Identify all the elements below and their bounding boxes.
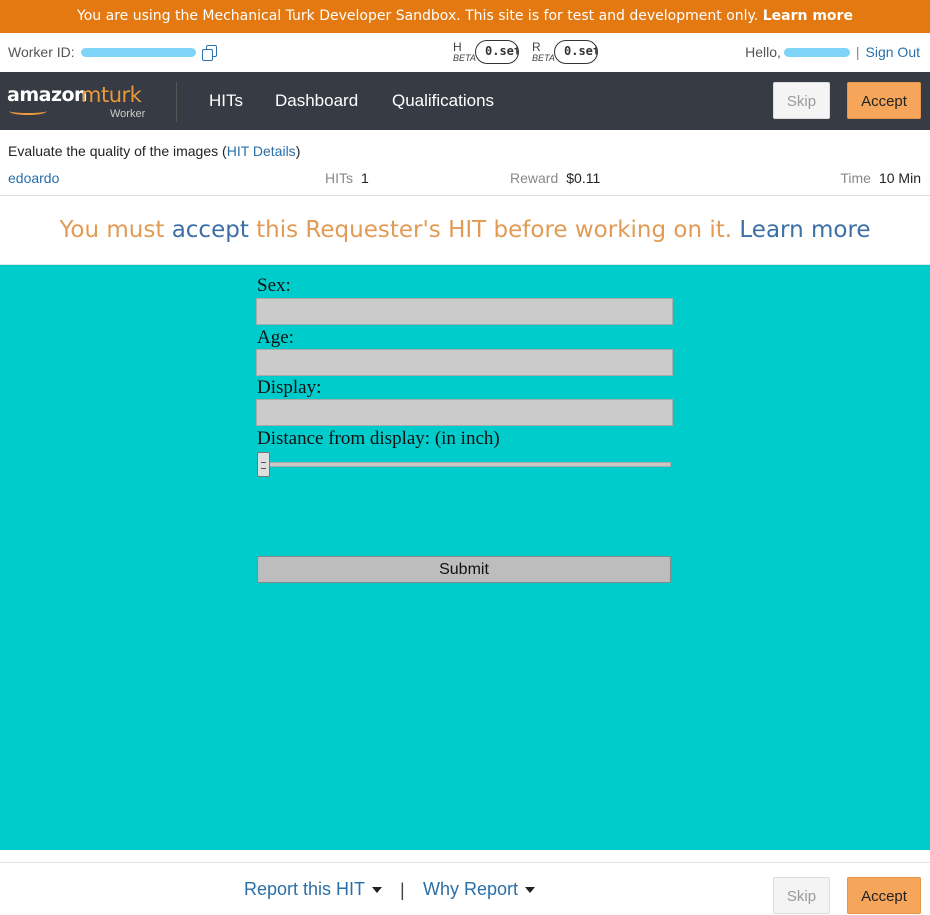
submit-button[interactable]: Submit (257, 556, 671, 583)
reward-label: Reward (510, 170, 559, 186)
user-greeting: Hello, | Sign Out (745, 44, 920, 60)
notice-text-2: this Requester's HIT before working on i… (256, 217, 733, 243)
distance-slider-track[interactable] (266, 462, 671, 467)
logo-smile-icon (9, 107, 47, 115)
time-value: 10 Min (878, 170, 921, 186)
hit-meter-value[interactable]: 0.set (475, 40, 519, 64)
sandbox-banner-text: You are using the Mechanical Turk Develo… (77, 8, 759, 24)
main-navbar: amazon mturk Worker HITs Dashboard Quali… (0, 72, 930, 130)
hit-meter-letter: H (453, 40, 462, 54)
nav-divider (176, 82, 177, 122)
time-allotted: Time 10 Min (840, 170, 921, 186)
nav-link-hits[interactable]: HITs (209, 91, 243, 111)
notice-accept-link[interactable]: accept (172, 217, 249, 243)
why-report-dropdown[interactable]: Why Report (423, 879, 536, 900)
hit-details-link[interactable]: HIT Details (227, 143, 296, 159)
distance-slider-thumb[interactable] (257, 452, 270, 477)
greeting-separator: | (855, 44, 860, 60)
report-hit-label: Report this HIT (244, 879, 366, 899)
reward-value: $0.11 (566, 170, 601, 186)
hello-label: Hello, (745, 44, 781, 60)
sandbox-banner: You are using the Mechanical Turk Develo… (0, 0, 930, 33)
reward-meter-beta: BETA (532, 53, 555, 63)
nav-link-qualifications[interactable]: Qualifications (392, 91, 494, 111)
hit-meter: H BETA 0.set (453, 40, 523, 68)
hit-title-row: Evaluate the quality of the images (HIT … (8, 143, 301, 159)
caret-down-icon (525, 887, 536, 894)
accept-button[interactable]: Accept (847, 82, 921, 119)
nav-link-dashboard[interactable]: Dashboard (275, 91, 358, 111)
worker-id-label: Worker ID: (8, 44, 75, 60)
footer-skip-button[interactable]: Skip (773, 877, 830, 914)
worker-id: Worker ID: (8, 44, 217, 61)
display-label: Display: (257, 377, 322, 398)
copy-icon[interactable] (201, 45, 217, 61)
hits-label: HITs (325, 170, 353, 186)
footer-accept-button[interactable]: Accept (847, 877, 921, 914)
hits-value: 1 (361, 170, 369, 186)
worker-info-row: Worker ID: H BETA 0.set R BETA 0.set Hel… (0, 33, 930, 72)
sex-input[interactable] (256, 298, 673, 325)
report-hit-dropdown[interactable]: Report this HIT (244, 879, 383, 900)
age-input[interactable] (256, 349, 673, 376)
sandbox-learn-more-link[interactable]: Learn more (763, 8, 853, 24)
reward-meter-letter: R (532, 40, 541, 54)
reward-meter-value[interactable]: 0.set (554, 40, 598, 64)
hits-count: HITs 1 (325, 170, 369, 186)
requester-link[interactable]: edoardo (8, 170, 59, 186)
hit-info-panel: Evaluate the quality of the images (HIT … (0, 130, 930, 196)
sex-label: Sex: (257, 275, 291, 296)
mturk-logo[interactable]: amazon mturk Worker (7, 83, 157, 120)
skip-button[interactable]: Skip (773, 82, 830, 119)
distance-label: Distance from display: (in inch) (257, 428, 500, 449)
notice-text-1: You must (59, 217, 165, 243)
hit-work-area: Sex: Age: Display: Distance from display… (0, 265, 930, 850)
footer-separator: | (400, 880, 405, 900)
logo-role-text: Worker (110, 108, 146, 120)
why-report-label: Why Report (423, 879, 519, 899)
time-label: Time (840, 170, 871, 186)
hit-meter-beta: BETA (453, 53, 476, 63)
sign-out-link[interactable]: Sign Out (866, 44, 920, 60)
logo-amazon-text: amazon (7, 84, 88, 106)
accept-notice: You must accept this Requester's HIT bef… (0, 196, 930, 265)
reward-meter: R BETA 0.set (532, 40, 602, 68)
caret-down-icon (372, 887, 383, 894)
redacted-worker-id (80, 47, 196, 57)
logo-mturk-text: mturk (81, 83, 142, 107)
footer: Report this HIT | Why Report Skip Accept (0, 862, 930, 914)
notice-learn-more-link[interactable]: Learn more (739, 217, 870, 243)
hit-title: Evaluate the quality of the images (8, 143, 219, 159)
redacted-username (783, 47, 850, 57)
age-label: Age: (257, 327, 294, 348)
reward: Reward $0.11 (510, 170, 600, 186)
display-input[interactable] (256, 399, 673, 426)
